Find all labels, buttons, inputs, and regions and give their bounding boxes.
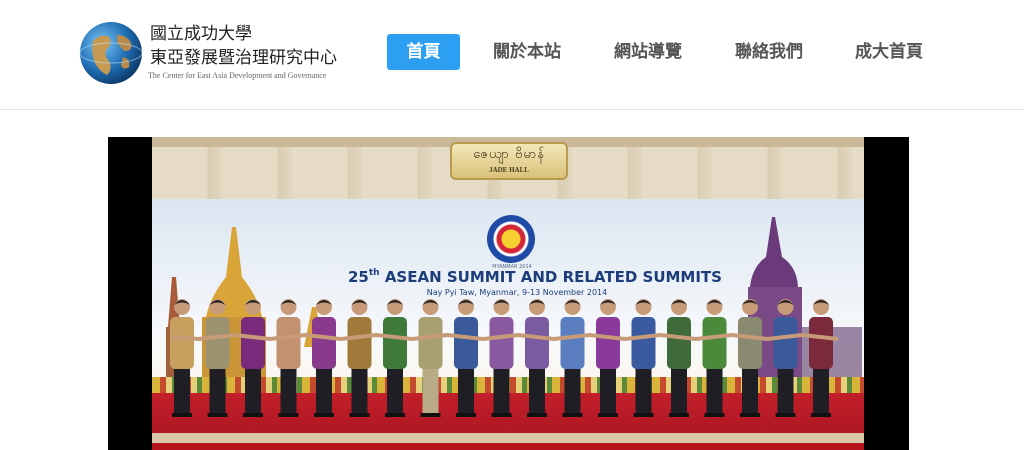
- leader-legs: [671, 365, 687, 415]
- leader-legs: [706, 365, 723, 415]
- leader-figure: [418, 299, 443, 417]
- leader-shoes: [562, 413, 583, 417]
- leader-figure: [454, 299, 478, 417]
- leader-figure: [738, 299, 762, 417]
- leader-shoes: [172, 413, 192, 417]
- leader-legs: [529, 365, 545, 415]
- leader-shoes: [349, 413, 370, 417]
- leader-legs: [209, 365, 226, 415]
- leader-figure: [525, 299, 549, 417]
- leader-legs: [635, 365, 652, 415]
- leaders-group: [170, 299, 839, 417]
- leader-figure: [170, 299, 194, 417]
- leader-shoes: [314, 413, 334, 417]
- leader-legs: [316, 365, 332, 415]
- leader-shirt: [489, 317, 514, 369]
- hero-slideshow[interactable]: ဇေယျာ ဗိမာန် JADE HALL MYANMAR 2014 25th…: [108, 137, 909, 450]
- leader-shoes: [633, 413, 654, 417]
- nav-about[interactable]: 關於本站: [482, 34, 572, 70]
- leader-legs: [777, 365, 794, 415]
- leader-legs: [280, 365, 297, 415]
- leader-shoes: [420, 413, 441, 417]
- leader-legs: [458, 365, 474, 415]
- leader-shoes: [704, 413, 725, 417]
- leader-legs: [387, 365, 403, 415]
- leader-shirt: [525, 317, 549, 369]
- leader-shirt: [454, 317, 478, 369]
- leader-shirt: [773, 317, 798, 369]
- leader-legs: [493, 365, 510, 415]
- leader-shirt: [276, 317, 301, 369]
- leader-shoes: [669, 413, 689, 417]
- leader-shoes: [456, 413, 476, 417]
- leader-legs: [564, 365, 581, 415]
- nav-ncku-home[interactable]: 成大首頁: [844, 34, 934, 70]
- leader-figure: [347, 299, 372, 417]
- leader-figure: [312, 299, 336, 417]
- site-header: 國立成功大學 東亞發展暨治理研究中心 The Center for East A…: [0, 0, 1024, 110]
- leader-shoes: [598, 413, 618, 417]
- site-title-line2: 東亞發展暨治理研究中心: [150, 48, 337, 68]
- leader-figure: [276, 299, 301, 417]
- site-title-english: The Center for East Asia Development and…: [148, 71, 327, 80]
- leader-shirt: [205, 317, 230, 369]
- leader-figure: [702, 299, 727, 417]
- leader-shirt: [383, 317, 407, 369]
- leader-shirt: [170, 317, 194, 369]
- leader-legs: [174, 365, 190, 415]
- nav-sitemap[interactable]: 網站導覽: [603, 34, 693, 70]
- leader-legs: [813, 365, 829, 415]
- leader-shoes: [385, 413, 405, 417]
- site-title-line1: 國立成功大學: [150, 24, 252, 44]
- leader-shirt: [596, 317, 620, 369]
- leader-shirt: [631, 317, 656, 369]
- leader-figure: [205, 299, 230, 417]
- leader-shoes: [243, 413, 263, 417]
- leader-figure: [667, 299, 691, 417]
- leader-shirt: [809, 317, 833, 369]
- leader-shirt: [312, 317, 336, 369]
- leader-shirt: [738, 317, 762, 369]
- leader-shoes: [491, 413, 512, 417]
- leader-shirt: [241, 317, 265, 369]
- leader-legs: [351, 365, 368, 415]
- leader-legs: [422, 365, 439, 415]
- leader-legs: [742, 365, 758, 415]
- leader-shoes: [811, 413, 831, 417]
- leader-shirt: [702, 317, 727, 369]
- leader-figure: [560, 299, 585, 417]
- leader-figure: [596, 299, 620, 417]
- leader-legs: [245, 365, 261, 415]
- leader-shirt: [418, 317, 443, 369]
- leader-shirt: [347, 317, 372, 369]
- summit-photo: ဇေယျာ ဗိမာန် JADE HALL MYANMAR 2014 25th…: [152, 137, 864, 450]
- leader-legs: [600, 365, 616, 415]
- leader-shoes: [278, 413, 299, 417]
- leader-figure: [809, 299, 833, 417]
- leader-shoes: [527, 413, 547, 417]
- leader-figure: [773, 299, 798, 417]
- leader-shirt: [560, 317, 585, 369]
- leader-shoes: [740, 413, 760, 417]
- leader-figure: [241, 299, 265, 417]
- nav-contact[interactable]: 聯絡我們: [724, 34, 814, 70]
- leader-figure: [383, 299, 407, 417]
- leader-shoes: [207, 413, 228, 417]
- nav-home[interactable]: 首頁: [387, 34, 460, 70]
- leader-figure: [631, 299, 656, 417]
- leader-figure: [489, 299, 514, 417]
- leader-shoes: [775, 413, 796, 417]
- leader-shirt: [667, 317, 691, 369]
- globe-logo-icon[interactable]: [79, 21, 143, 85]
